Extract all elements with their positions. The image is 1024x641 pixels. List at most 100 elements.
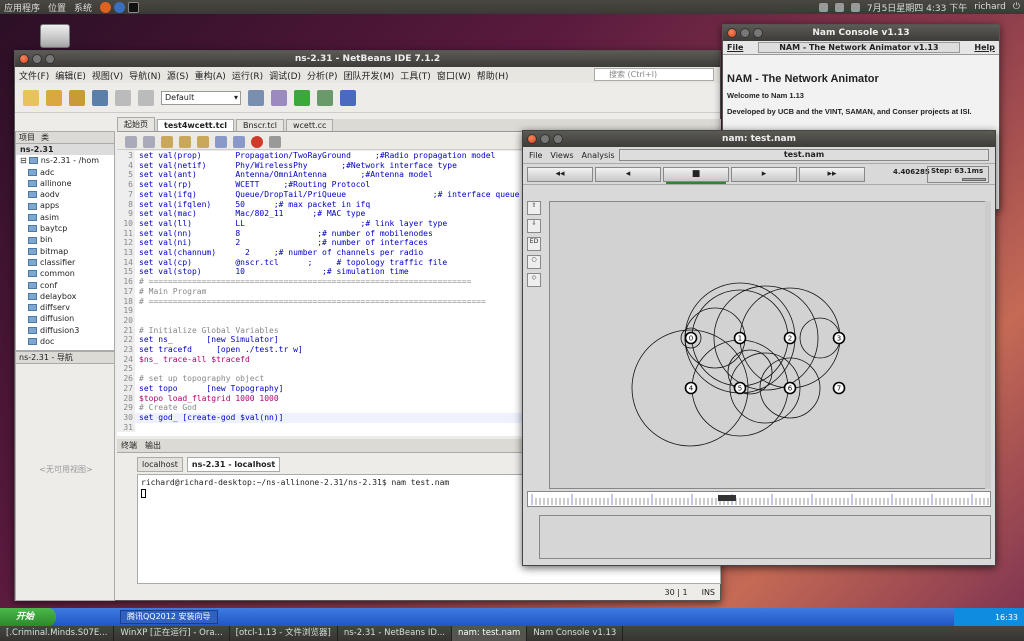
clean-build-icon[interactable]	[271, 89, 287, 106]
tab-ns-localhost[interactable]: ns-2.31 - localhost	[186, 456, 281, 472]
back-button[interactable]: ◂	[595, 166, 661, 182]
tree-item[interactable]: diffusion	[20, 313, 114, 324]
redo-icon[interactable]	[138, 89, 154, 106]
menu-help[interactable]: Help	[974, 43, 995, 52]
disk-icon[interactable]	[40, 24, 70, 48]
menu-tools[interactable]: 工具(T)	[400, 69, 431, 82]
project-root[interactable]: ns-2.31	[16, 144, 114, 156]
debug-icon[interactable]	[317, 89, 333, 106]
clock[interactable]: 7月5日星期四 4:33 下午	[867, 1, 967, 14]
tab-classes[interactable]: 类	[41, 132, 49, 143]
maximize-button[interactable]	[753, 28, 763, 38]
menu-places[interactable]: 位置	[48, 1, 66, 14]
power-icon[interactable]: ⏻	[1013, 2, 1020, 12]
project-node[interactable]: ⊟ ns-2.31 - /hom	[20, 155, 114, 166]
zoom-out-icon[interactable]: ⇩	[527, 219, 541, 233]
source-icon[interactable]	[125, 135, 137, 148]
maximize-button[interactable]	[45, 54, 55, 64]
tree-item[interactable]: bin	[20, 234, 114, 245]
console-titlebar[interactable]: Nam Console v1.13	[723, 25, 999, 41]
nam-titlebar[interactable]: nam: test.nam	[523, 131, 995, 147]
bookmark-icon[interactable]	[179, 135, 191, 148]
save-all-icon[interactable]	[92, 89, 108, 106]
maximize-button[interactable]	[553, 134, 563, 144]
minimize-button[interactable]	[32, 54, 42, 64]
user-name[interactable]: richard	[974, 2, 1006, 12]
task-otcl[interactable]: [otcl-1.13 - 文件浏览器]	[230, 626, 338, 641]
mail-icon[interactable]	[834, 2, 844, 12]
menu-debug[interactable]: 调试(D)	[269, 69, 301, 82]
diamond-tool-icon[interactable]: ◇	[527, 273, 541, 287]
tree-item[interactable]: baytcp	[20, 223, 114, 234]
volume-icon[interactable]	[850, 2, 860, 12]
menu-help[interactable]: 帮助(H)	[477, 69, 509, 82]
task-netbeans[interactable]: ns-2.31 - NetBeans ID...	[338, 626, 452, 641]
rewind-button[interactable]: ◂◂	[527, 166, 593, 182]
run-icon[interactable]	[294, 89, 310, 106]
tree-item[interactable]: apps	[20, 200, 114, 211]
play-button[interactable]: ▸	[731, 166, 797, 182]
task-nam-console[interactable]: Nam Console v1.13	[527, 626, 624, 641]
menu-profile[interactable]: 分析(P)	[307, 69, 337, 82]
timeline-marker[interactable]	[718, 495, 736, 501]
close-button[interactable]	[527, 134, 537, 144]
netbeans-titlebar[interactable]: ns-2.31 - NetBeans IDE 7.1.2	[15, 51, 720, 67]
config-select[interactable]: Default	[161, 90, 241, 105]
menu-view[interactable]: 视图(V)	[92, 69, 123, 82]
find-icon[interactable]	[161, 135, 173, 148]
step-slider[interactable]	[962, 178, 986, 181]
menu-file[interactable]: 文件(F)	[19, 69, 49, 82]
profile-icon[interactable]	[340, 89, 356, 106]
stop-button[interactable]: ■	[663, 166, 729, 184]
tree-item[interactable]: adc	[20, 167, 114, 178]
tree-item[interactable]: delaybox	[20, 291, 114, 302]
menu-applications[interactable]: 应用程序	[4, 1, 40, 14]
zoom-in-icon[interactable]: ⇧	[527, 201, 541, 215]
task-nam[interactable]: nam: test.nam	[451, 626, 528, 641]
menu-analysis[interactable]: Analysis	[582, 151, 615, 160]
network-canvas[interactable]: 0 1 2 3 4 5 6 7	[549, 201, 987, 489]
tree-item[interactable]: aodv	[20, 189, 114, 200]
menu-run[interactable]: 运行(R)	[232, 69, 263, 82]
timeline[interactable]	[527, 491, 991, 507]
task-winxp[interactable]: WinXP [正在运行] - Ora...	[114, 626, 230, 641]
stop-macro-icon[interactable]	[269, 135, 281, 148]
fast-forward-button[interactable]: ▸▸	[799, 166, 865, 182]
tab-terminal[interactable]: 终端	[121, 440, 137, 451]
menu-source[interactable]: 源(S)	[167, 69, 189, 82]
close-button[interactable]	[727, 28, 737, 38]
terminal-icon[interactable]	[128, 1, 140, 13]
network-icon[interactable]	[818, 2, 828, 12]
firefox-icon[interactable]	[100, 1, 112, 13]
undo-icon[interactable]	[115, 89, 131, 106]
close-button[interactable]	[19, 54, 29, 64]
start-button[interactable]: 开始	[0, 608, 56, 626]
tree-item[interactable]: classifier	[20, 257, 114, 268]
menu-window[interactable]: 窗口(W)	[437, 69, 471, 82]
tab-output[interactable]: 输出	[145, 440, 161, 451]
tab-localhost[interactable]: localhost	[137, 456, 183, 472]
tab-test4wcett[interactable]: test4wcett.tcl	[157, 119, 234, 131]
open-project-icon[interactable]	[69, 89, 85, 106]
menu-refactor[interactable]: 重构(A)	[195, 69, 226, 82]
menu-navigate[interactable]: 导航(N)	[129, 69, 161, 82]
tab-bnscr[interactable]: Bnscr.tcl	[235, 119, 284, 131]
canvas-scrollbar[interactable]	[985, 201, 991, 489]
menu-file[interactable]: File	[529, 151, 542, 160]
edit-icon[interactable]: ED	[527, 237, 541, 251]
tree-item[interactable]: conf	[20, 280, 114, 291]
help-icon[interactable]	[114, 1, 126, 13]
navigator-title[interactable]: ns-2.31 - 导航	[16, 352, 114, 364]
history-icon[interactable]	[143, 135, 155, 148]
menu-views[interactable]: Views	[550, 151, 573, 160]
tree-item[interactable]: allinone	[20, 178, 114, 189]
new-project-icon[interactable]	[46, 89, 62, 106]
toggle-highlight-icon[interactable]	[197, 135, 209, 148]
tab-wcett-cc[interactable]: wcett.cc	[285, 119, 334, 131]
shift-left-icon[interactable]	[215, 135, 227, 148]
tree-item[interactable]: diffserv	[20, 302, 114, 313]
shift-right-icon[interactable]	[233, 135, 245, 148]
step-control[interactable]: Step: 63.1ms	[927, 166, 989, 183]
menu-file[interactable]: File	[727, 43, 743, 52]
tab-start-page[interactable]: 起始页	[117, 117, 155, 131]
